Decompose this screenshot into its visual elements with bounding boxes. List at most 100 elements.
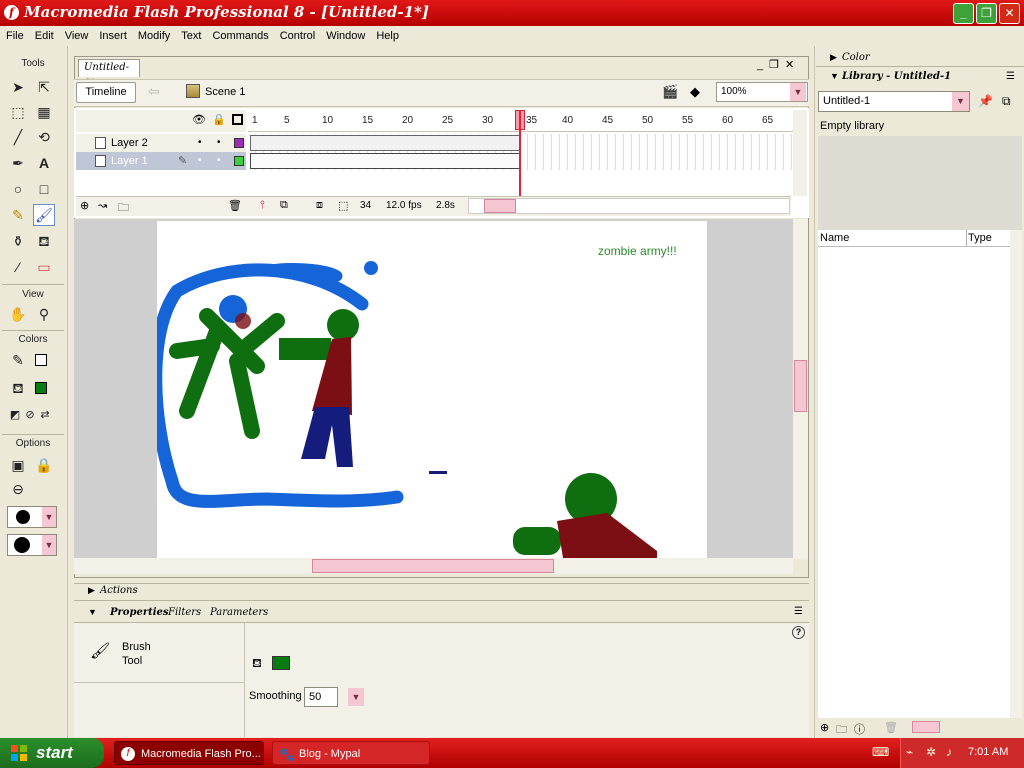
- flash-icon[interactable]: f: [4, 5, 19, 20]
- text-tool-icon[interactable]: A: [33, 152, 55, 174]
- menu-help[interactable]: Help: [372, 30, 403, 42]
- fill-color-swatch[interactable]: [272, 656, 290, 670]
- stage-text[interactable]: zombie army!!!: [598, 244, 677, 258]
- menu-modify[interactable]: Modify: [134, 30, 174, 42]
- zoom-tool-icon[interactable]: ⚲: [33, 303, 55, 325]
- brush-tool-icon[interactable]: 🖌: [33, 204, 55, 226]
- outline-all-icon[interactable]: [232, 114, 243, 125]
- lock-fill-icon[interactable]: 🔒: [33, 454, 55, 476]
- zoom-dropdown-arrow[interactable]: ▼: [790, 83, 806, 101]
- close-button[interactable]: ✕: [999, 3, 1020, 24]
- edit-scene-icon[interactable]: 🎬: [662, 84, 678, 100]
- back-arrow-icon[interactable]: ⇦: [148, 83, 160, 100]
- collapse-arrow-icon[interactable]: ▼: [830, 71, 839, 81]
- properties-icon[interactable]: ⓘ: [854, 721, 865, 737]
- new-symbol-icon[interactable]: ⊕: [820, 721, 829, 734]
- visibility-dot[interactable]: •: [198, 152, 202, 170]
- eyedropper-tool-icon[interactable]: ⁄: [7, 256, 29, 278]
- menu-commands[interactable]: Commands: [208, 30, 272, 42]
- free-transform-tool-icon[interactable]: ⬚: [7, 101, 29, 123]
- center-frame-icon[interactable]: ⫯: [260, 199, 265, 212]
- visibility-dot[interactable]: •: [198, 134, 202, 152]
- maximize-button[interactable]: ❐: [976, 3, 997, 24]
- pencil-tool-icon[interactable]: ✎: [7, 204, 29, 226]
- scene-label[interactable]: Scene 1: [205, 86, 245, 98]
- library-select[interactable]: Untitled-1: [818, 91, 970, 112]
- delete-layer-icon[interactable]: 🗑: [228, 199, 242, 212]
- document-window-controls[interactable]: _❐✕: [757, 58, 800, 71]
- pin-library-icon[interactable]: 📌: [978, 94, 993, 108]
- menu-control[interactable]: Control: [276, 30, 319, 42]
- library-scroll-thumb[interactable]: [912, 721, 940, 733]
- rectangle-tool-icon[interactable]: □: [33, 178, 55, 200]
- lasso-tool-icon[interactable]: ⟲: [33, 126, 55, 148]
- add-motion-guide-icon[interactable]: ↝: [98, 199, 107, 212]
- tab-filters[interactable]: Filters: [168, 607, 201, 618]
- keyframe-span-layer-2[interactable]: [250, 135, 521, 151]
- onion-outlines-icon[interactable]: ⧈: [316, 199, 323, 212]
- stage[interactable]: [157, 221, 707, 558]
- gradient-transform-tool-icon[interactable]: ▦: [33, 101, 55, 123]
- actions-panel-header[interactable]: [74, 583, 809, 601]
- menu-view[interactable]: View: [61, 30, 93, 42]
- taskbar-item-browser[interactable]: 🐾 Blog - Mypal: [272, 741, 430, 765]
- edit-symbols-icon[interactable]: ◆: [690, 84, 700, 100]
- stroke-color-swatch[interactable]: [35, 354, 47, 366]
- ink-bottle-tool-icon[interactable]: ⚱: [7, 230, 29, 252]
- fill-color-swatch[interactable]: [35, 382, 47, 394]
- subselection-tool-icon[interactable]: ⇱: [33, 76, 55, 98]
- swap-colors-icon[interactable]: ⇄: [34, 404, 56, 426]
- fill-color-icon[interactable]: ⛾: [7, 377, 29, 399]
- actions-label[interactable]: Actions: [100, 585, 138, 596]
- layer-row-layer-1[interactable]: Layer 1 ✎ • •: [76, 152, 246, 170]
- column-name[interactable]: Name: [820, 232, 849, 244]
- library-list[interactable]: [818, 230, 1022, 718]
- minimize-button[interactable]: _: [953, 3, 974, 24]
- show-hide-icon[interactable]: 👁: [192, 113, 206, 126]
- onion-skin-icon[interactable]: ⧉: [280, 199, 288, 212]
- edit-multiple-frames-icon[interactable]: ⬚: [338, 199, 348, 212]
- network-icon[interactable]: ⌁: [906, 745, 913, 759]
- tab-properties[interactable]: Properties: [110, 607, 169, 618]
- menu-insert[interactable]: Insert: [95, 30, 131, 42]
- tray-app-icon[interactable]: ✲: [926, 745, 936, 759]
- layer-row-layer-2[interactable]: Layer 2 • •: [76, 134, 246, 152]
- column-type[interactable]: Type: [968, 232, 992, 244]
- lock-dot[interactable]: •: [217, 134, 221, 152]
- insert-layer-icon[interactable]: ⊕: [80, 199, 89, 212]
- keyboard-icon[interactable]: ⌨: [872, 745, 889, 759]
- expand-arrow-icon[interactable]: ▶: [88, 585, 95, 596]
- stage-vertical-scroll-thumb[interactable]: [794, 360, 807, 412]
- taskbar-item-flash[interactable]: f Macromedia Flash Pro...: [114, 741, 264, 765]
- smoothing-dropdown-arrow[interactable]: ▼: [348, 688, 364, 706]
- library-vertical-scrollbar[interactable]: [1010, 230, 1022, 718]
- smoothing-input[interactable]: 50: [304, 687, 338, 707]
- timeline-vertical-scrollbar[interactable]: [793, 110, 807, 196]
- menu-window[interactable]: Window: [322, 30, 369, 42]
- help-icon[interactable]: ?: [792, 626, 805, 639]
- library-panel-header[interactable]: Library - Untitled-1: [842, 71, 951, 82]
- keyframe-span-layer-1[interactable]: [250, 153, 521, 169]
- oval-tool-icon[interactable]: ○: [7, 178, 29, 200]
- library-select-arrow[interactable]: ▼: [952, 92, 969, 111]
- new-library-panel-icon[interactable]: ⧉: [1002, 94, 1011, 109]
- timeline-horizontal-scrollbar[interactable]: [468, 198, 790, 214]
- insert-folder-icon[interactable]: 🗀: [118, 199, 129, 218]
- panel-menu-icon[interactable]: ☰: [794, 606, 803, 617]
- lock-all-icon[interactable]: 🔒: [212, 113, 226, 126]
- tab-parameters[interactable]: Parameters: [210, 607, 268, 618]
- layer-outline-color[interactable]: [234, 156, 244, 166]
- expand-arrow-icon[interactable]: ▶: [830, 52, 837, 63]
- lock-dot[interactable]: •: [217, 152, 221, 170]
- stage-horizontal-scroll-thumb[interactable]: [312, 559, 554, 573]
- delete-icon[interactable]: 🗑: [884, 721, 898, 734]
- menu-text[interactable]: Text: [177, 30, 205, 42]
- object-drawing-icon[interactable]: ▣: [7, 454, 29, 476]
- menu-file[interactable]: File: [2, 30, 28, 42]
- timeline-button[interactable]: Timeline: [76, 82, 136, 103]
- document-tab[interactable]: Untitled-1*: [78, 59, 140, 89]
- color-panel-header[interactable]: Color: [842, 52, 870, 63]
- brush-shape-select[interactable]: ▼: [7, 534, 57, 556]
- panel-menu-icon[interactable]: ☰: [1006, 71, 1015, 82]
- volume-icon[interactable]: ♪: [946, 745, 952, 759]
